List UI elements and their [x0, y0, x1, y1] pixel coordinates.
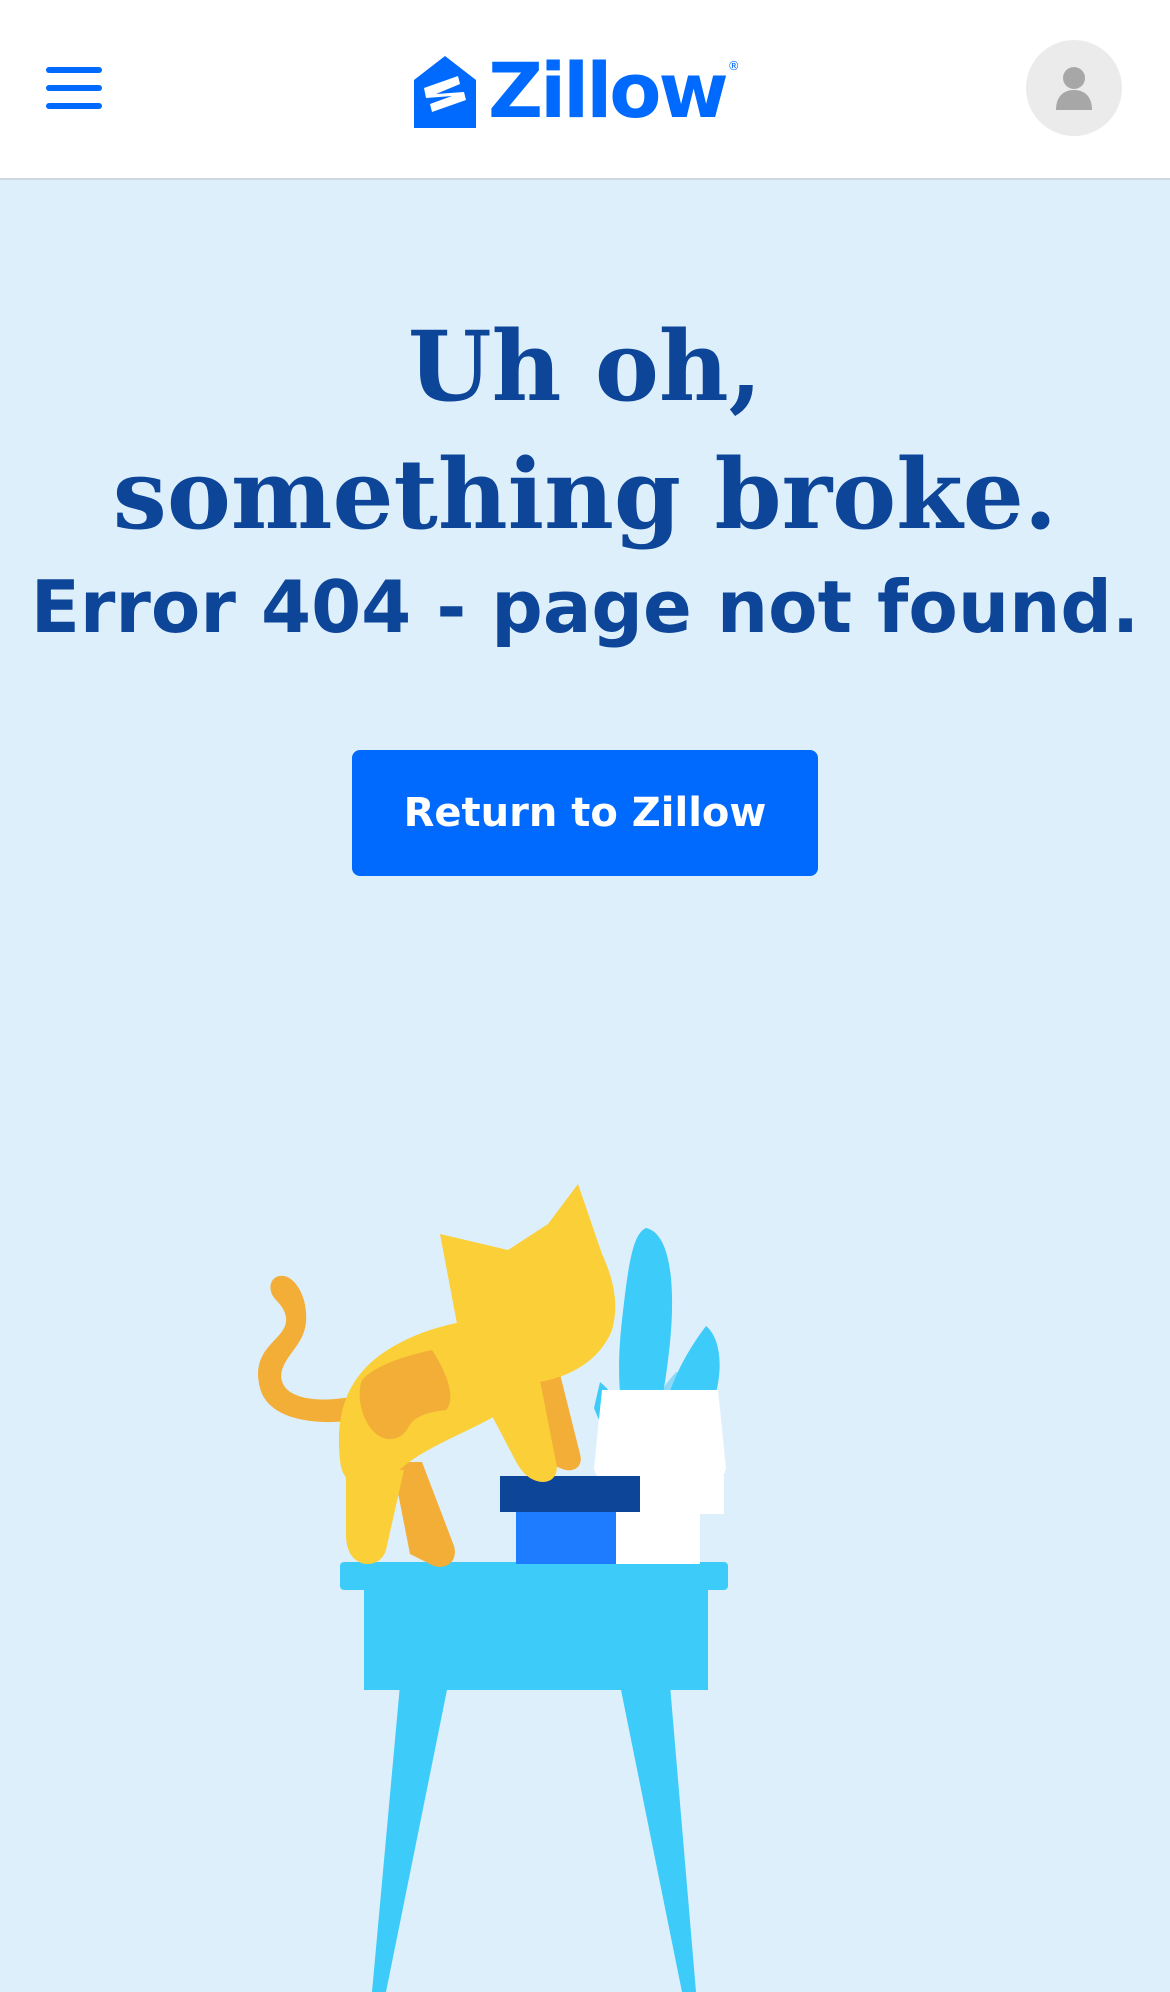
menu-bar [46, 67, 102, 73]
cat-head [440, 1184, 616, 1383]
table-apron [364, 1588, 708, 1690]
menu-bar [46, 103, 102, 109]
table-top [340, 1562, 728, 1590]
zillow-logo[interactable]: Zillow ® [412, 52, 740, 132]
cat-on-table-illustration [258, 1184, 728, 1992]
table-leg-left [372, 1685, 448, 1992]
book-blue [516, 1512, 616, 1564]
error-page: Zillow ® Uh oh, something broke. Error 4… [0, 0, 1170, 1992]
top-header: Zillow ® [0, 0, 1170, 180]
user-icon [1056, 67, 1092, 110]
registered-mark: ® [727, 59, 740, 73]
menu-bar [46, 85, 102, 91]
logo-wordmark: Zillow [488, 46, 729, 135]
error-404-message: Error 404 - page not found. [30, 565, 1140, 649]
plant-pot [594, 1390, 726, 1486]
book-navy [500, 1476, 640, 1512]
error-heading-line-2: something broke. [112, 438, 1058, 551]
user-avatar-button[interactable] [1026, 40, 1122, 136]
return-to-zillow-button[interactable]: Return to Zillow [352, 750, 818, 876]
error-heading-line-1: Uh oh, [407, 310, 763, 423]
table-leg-right [620, 1685, 696, 1992]
hamburger-menu-icon[interactable] [46, 65, 102, 111]
zillow-house-icon [414, 56, 476, 128]
cat-tail [258, 1275, 356, 1423]
